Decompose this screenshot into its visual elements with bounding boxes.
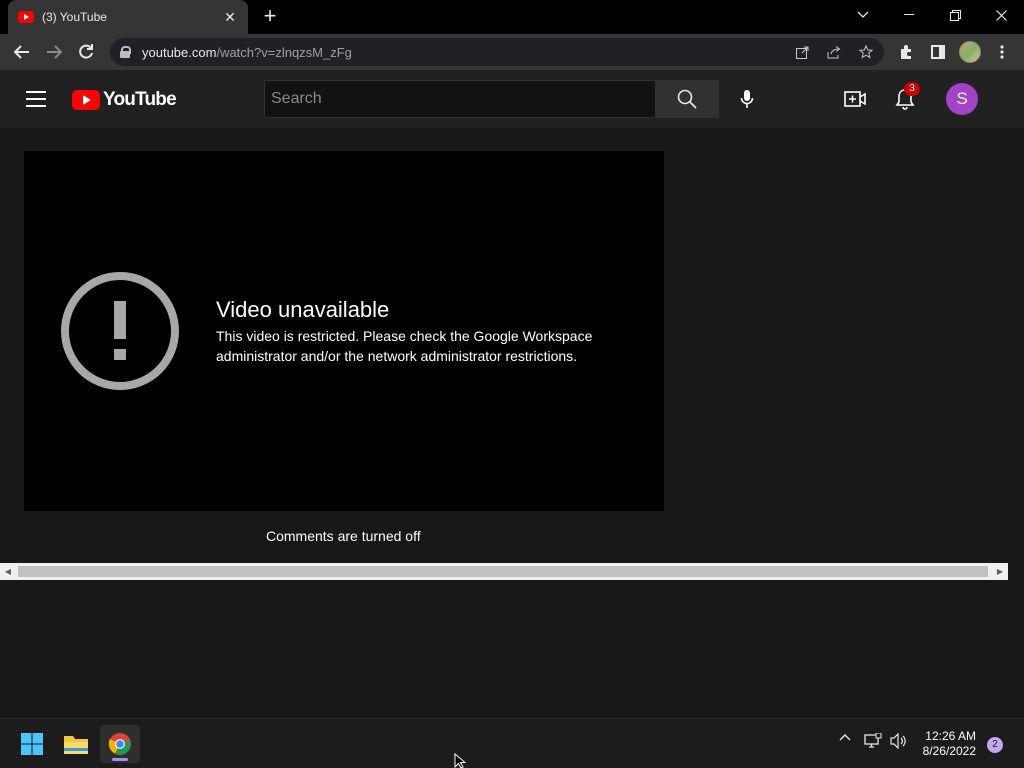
new-tab-button[interactable]: + xyxy=(258,5,282,29)
extensions-icon[interactable] xyxy=(894,40,918,64)
page-empty-area xyxy=(0,580,1024,717)
mouse-cursor-icon xyxy=(454,753,466,768)
create-button[interactable] xyxy=(840,84,870,114)
notification-badge: 3 xyxy=(904,82,920,96)
scrollbar-thumb[interactable] xyxy=(18,566,988,577)
restore-button[interactable] xyxy=(932,0,978,30)
close-icon xyxy=(995,9,1007,21)
url-path: /watch?v=zlnqzsM_zFg xyxy=(216,44,352,60)
taskbar-clock[interactable]: 12:26 AM 8/26/2022 xyxy=(914,729,976,759)
error-title: Video unavailable xyxy=(216,297,390,322)
start-button[interactable] xyxy=(12,725,52,763)
close-window-button[interactable] xyxy=(978,0,1024,30)
hamburger-icon[interactable] xyxy=(26,91,46,107)
profile-avatar xyxy=(959,41,981,63)
microphone-icon xyxy=(740,90,754,108)
url-text[interactable]: youtube.com/watch?v=zlnqzsM_zFg xyxy=(142,45,352,60)
minimize-icon xyxy=(904,14,914,15)
browser-toolbar: youtube.com/watch?v=zlnqzsM_zFg xyxy=(0,34,1024,70)
scroll-right-arrow-icon[interactable]: ▶ xyxy=(992,563,1008,580)
browser-tab-strip: (3) YouTube ✕ + xyxy=(0,0,1024,34)
youtube-wordmark: YouTube xyxy=(103,89,177,110)
volume-button[interactable] xyxy=(888,733,910,749)
create-video-icon xyxy=(844,91,866,107)
active-app-indicator xyxy=(112,758,128,761)
chrome-taskbar-button[interactable] xyxy=(100,725,140,763)
reload-button[interactable] xyxy=(74,40,98,64)
windows-start-icon xyxy=(21,733,43,755)
search-box xyxy=(264,80,656,118)
profile-button[interactable] xyxy=(958,40,982,64)
video-player[interactable]: Video unavailable This video is restrict… xyxy=(24,151,664,511)
restore-icon xyxy=(949,9,961,21)
clock-date: 8/26/2022 xyxy=(922,744,976,758)
url-host: youtube.com xyxy=(142,44,217,60)
horizontal-scrollbar[interactable]: ◀ ▶ xyxy=(0,563,1008,580)
scroll-left-arrow-icon[interactable]: ◀ xyxy=(0,563,16,580)
reload-icon xyxy=(79,44,93,59)
file-explorer-icon xyxy=(64,736,88,754)
youtube-favicon-icon xyxy=(18,11,34,23)
back-button[interactable] xyxy=(10,40,34,64)
search-button[interactable] xyxy=(655,80,719,118)
forward-arrow-icon xyxy=(47,45,62,59)
clock-time: 12:26 AM xyxy=(925,729,976,743)
open-in-app-icon[interactable] xyxy=(794,44,810,60)
account-avatar[interactable]: S xyxy=(946,83,978,115)
chrome-icon xyxy=(108,733,131,755)
minimize-button[interactable] xyxy=(886,0,932,30)
show-hidden-icons-button[interactable] xyxy=(836,733,854,741)
error-exclamation-icon xyxy=(61,272,179,390)
search-input[interactable] xyxy=(271,90,655,108)
bookmark-star-icon[interactable] xyxy=(858,44,874,60)
network-button[interactable] xyxy=(862,733,884,749)
tab-title: (3) YouTube xyxy=(42,10,107,24)
forward-button[interactable] xyxy=(42,40,66,64)
notifications-button[interactable]: 3 xyxy=(890,82,920,114)
search-icon xyxy=(677,89,697,109)
chevron-down-icon xyxy=(857,11,869,18)
volume-icon xyxy=(890,733,906,749)
chevron-up-icon xyxy=(839,734,851,741)
comments-status: Comments are turned off xyxy=(266,528,421,544)
windows-taskbar: 12:26 AM 8/26/2022 2 xyxy=(0,718,1024,768)
side-panel-icon[interactable] xyxy=(926,40,950,64)
tab-close-button[interactable]: ✕ xyxy=(222,9,238,26)
lock-icon[interactable] xyxy=(120,46,131,58)
notification-center-badge[interactable]: 2 xyxy=(987,737,1003,753)
youtube-header: YouTube 3 S xyxy=(0,70,1024,128)
youtube-logo[interactable]: YouTube xyxy=(72,89,177,111)
watch-page: Video unavailable This video is restrict… xyxy=(0,128,1024,562)
back-arrow-icon xyxy=(14,45,29,59)
voice-search-button[interactable] xyxy=(730,82,764,116)
file-explorer-taskbar-button[interactable] xyxy=(56,725,96,763)
kebab-menu-icon[interactable] xyxy=(990,40,1014,64)
youtube-play-icon xyxy=(72,90,100,110)
address-bar[interactable]: youtube.com/watch?v=zlnqzsM_zFg xyxy=(110,38,884,66)
share-icon[interactable] xyxy=(826,44,842,60)
tab-search-button[interactable] xyxy=(840,0,886,30)
error-message: This video is restricted. Please check t… xyxy=(216,328,593,364)
network-icon xyxy=(864,733,882,748)
browser-tab[interactable]: (3) YouTube ✕ xyxy=(8,0,248,34)
